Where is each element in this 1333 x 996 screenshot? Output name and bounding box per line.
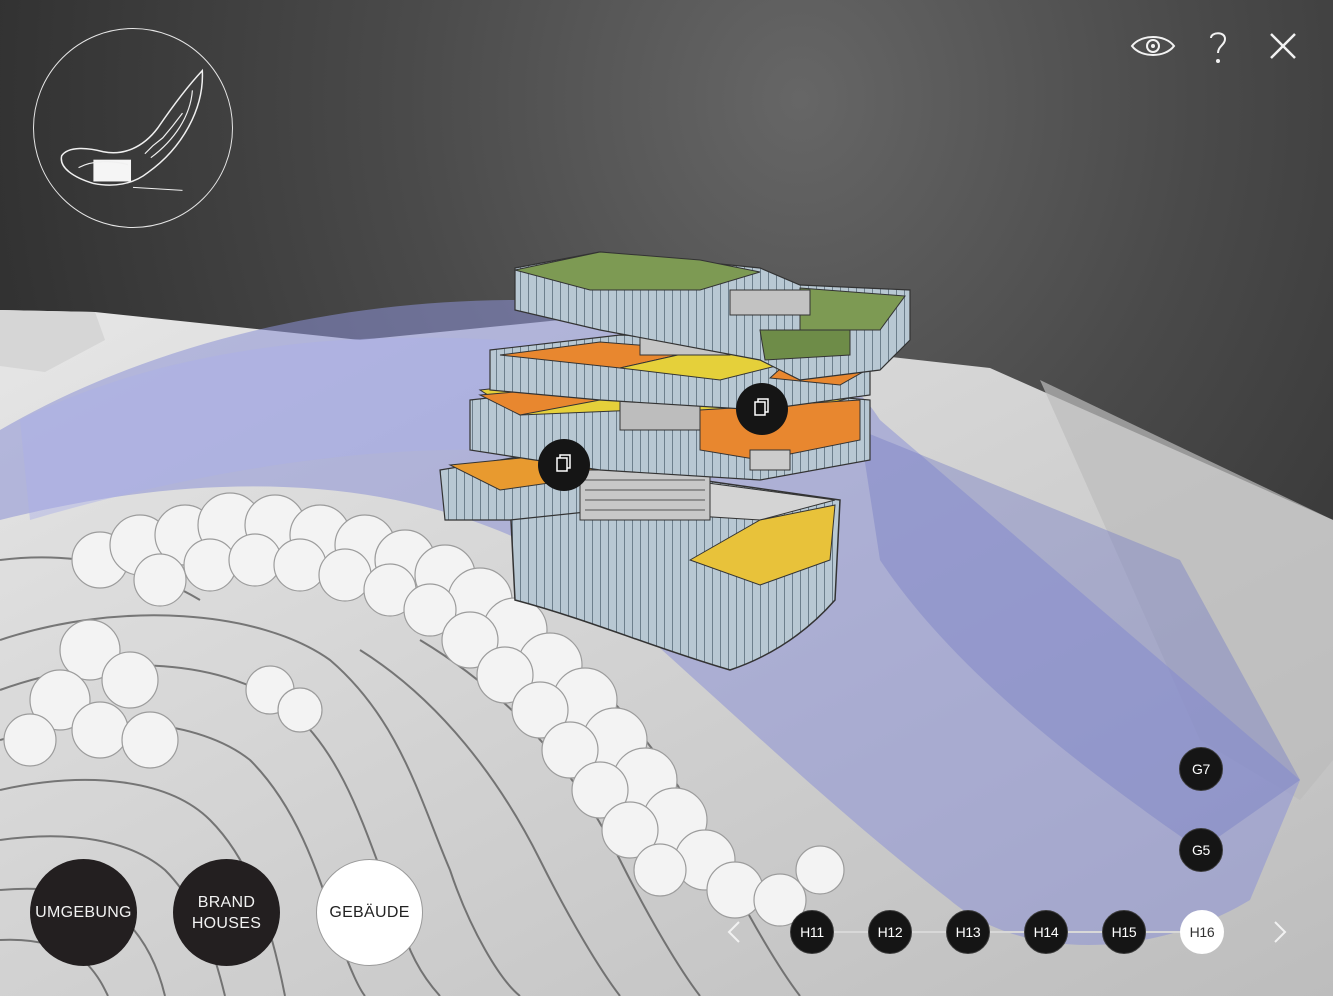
floor-button-h12[interactable]: H12 xyxy=(868,910,912,954)
document-icon xyxy=(553,452,575,479)
floor-button-g7[interactable]: G7 xyxy=(1179,747,1223,791)
floor-button-h13[interactable]: H13 xyxy=(946,910,990,954)
close-icon xyxy=(1270,33,1296,59)
info-marker[interactable] xyxy=(736,383,788,435)
close-button[interactable] xyxy=(1259,22,1307,70)
site-map-icon xyxy=(60,68,204,191)
site-minimap[interactable] xyxy=(33,28,233,228)
info-marker[interactable] xyxy=(538,439,590,491)
mode-brand-houses-label: BRAND HOUSES xyxy=(191,893,262,932)
mode-gebaeude-label: GEBÄUDE xyxy=(329,904,410,921)
next-floor-button[interactable] xyxy=(1265,916,1295,948)
chevron-right-icon xyxy=(1274,921,1287,943)
help-button[interactable] xyxy=(1194,22,1242,70)
floor-button-h16-selected[interactable]: H16 xyxy=(1180,910,1224,954)
question-icon xyxy=(1210,32,1227,63)
floor-button-h14[interactable]: H14 xyxy=(1024,910,1068,954)
app-viewport: G7 G5 H11 H12 H13 H14 H15 H16 UMGEBUNG B… xyxy=(0,0,1333,996)
chevron-left-icon xyxy=(727,921,740,943)
floor-button-h15[interactable]: H15 xyxy=(1102,910,1146,954)
mode-umgebung-label: UMGEBUNG xyxy=(35,904,132,921)
eye-icon xyxy=(1130,36,1176,56)
document-icon xyxy=(751,396,773,423)
floor-button-h11[interactable]: H11 xyxy=(790,910,834,954)
mode-umgebung-button[interactable]: UMGEBUNG xyxy=(30,859,137,966)
prev-floor-button[interactable] xyxy=(719,916,749,948)
mode-brand-houses-button[interactable]: BRAND HOUSES xyxy=(173,859,280,966)
mode-gebaeude-button[interactable]: GEBÄUDE xyxy=(316,859,423,966)
visibility-toggle-button[interactable] xyxy=(1129,22,1177,70)
floor-button-g5[interactable]: G5 xyxy=(1179,828,1223,872)
